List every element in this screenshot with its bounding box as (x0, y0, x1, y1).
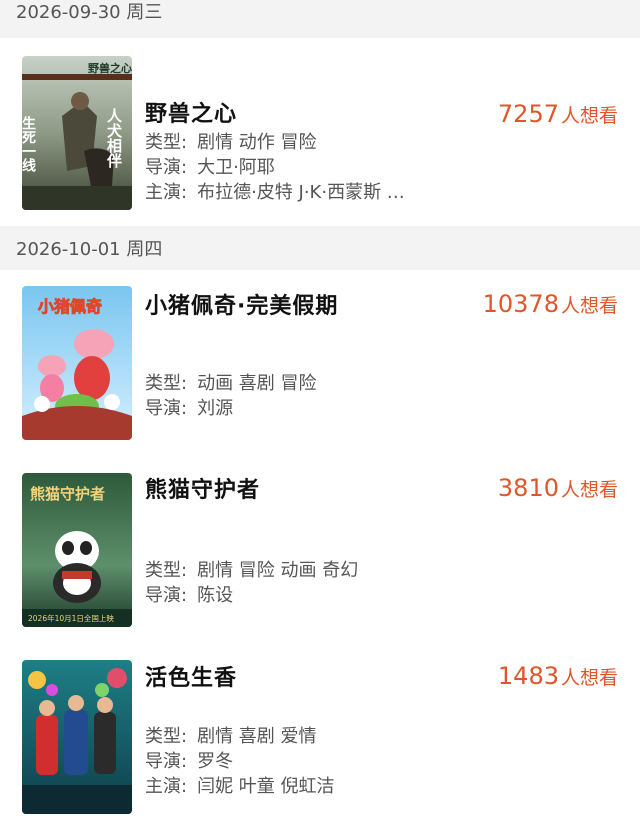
svg-text:生死一线: 生死一线 (22, 115, 37, 173)
wants-label: 人想看 (560, 667, 618, 689)
movie-card-panda[interactable]: 熊猫守护者 2026年10月1日全国上映 熊猫守护者 3810 人想看 类型: 剧… (0, 458, 640, 646)
date-label: 2026-09-30 周三 (16, 2, 163, 23)
movie-title[interactable]: 活色生香 (145, 660, 237, 692)
svg-text:小猪佩奇: 小猪佩奇 (38, 297, 102, 316)
movie-meta: 类型: 剧情 动作 冒险 导演: 大卫·阿耶 主演: 布拉德·皮特 J·K·西蒙斯 … (145, 130, 405, 205)
movie-poster[interactable]: 小猪佩奇 (22, 286, 132, 440)
movie-card-huose[interactable]: 活色生香 1483 人想看 类型: 剧情 喜剧 爱情 导演: 罗冬 主演: 闫妮 叶童… (0, 646, 640, 826)
wants-label: 人想看 (560, 105, 618, 127)
svg-text:熊猫守护者: 熊猫守护者 (30, 485, 105, 503)
svg-text:2026年10月1日全国上映: 2026年10月1日全国上映 (28, 613, 114, 623)
movie-meta: 类型: 剧情 喜剧 爱情 导演: 罗冬 主演: 闫妮 叶童 倪虹洁 (145, 724, 335, 799)
wants-label: 人想看 (560, 479, 618, 501)
date-label: 2026-10-01 周四 (16, 239, 163, 260)
wants-number: 7257 (497, 100, 559, 128)
movie-title[interactable]: 熊猫守护者 (145, 472, 260, 504)
date-header-1: 2026-09-30 周三 (0, 0, 640, 38)
movie-title[interactable]: 野兽之心 (145, 96, 237, 128)
svg-text:野兽之心: 野兽之心 (88, 61, 132, 75)
wants-count: 1483 人想看 (498, 662, 618, 690)
svg-text:人犬相伴: 人犬相伴 (105, 108, 123, 169)
cast-row: 主演: 布拉德·皮特 J·K·西蒙斯 … (145, 182, 405, 203)
movie-poster[interactable]: 野兽之心 生死一线 人犬相伴 (22, 56, 132, 210)
wants-number: 1483 (497, 662, 559, 690)
movie-meta: 类型: 动画 喜剧 冒险 导演: 刘源 (145, 371, 317, 421)
movie-poster[interactable]: 熊猫守护者 2026年10月1日全国上映 (22, 473, 132, 627)
wants-number: 3810 (497, 474, 559, 502)
director-row: 导演: 陈设 (145, 585, 234, 606)
director-row: 导演: 刘源 (145, 398, 234, 419)
wants-count: 7257 人想看 (498, 100, 618, 128)
movie-card-peppa[interactable]: 小猪佩奇 小猪佩奇·完美假期 10378 人想看 类型: 动画 喜剧 冒险 导演:… (0, 270, 640, 458)
genre-row: 类型: 剧情 喜剧 爱情 (145, 726, 317, 747)
director-row: 导演: 罗冬 (145, 751, 234, 772)
movie-title[interactable]: 小猪佩奇·完美假期 (145, 288, 338, 320)
genre-row: 类型: 剧情 动作 冒险 (145, 132, 317, 153)
movie-schedule-list: 2026-09-30 周三 野兽之心 生死一线 人犬相伴 野兽之心 7257 人… (0, 0, 640, 826)
wants-number: 10378 (482, 290, 559, 318)
director-row: 导演: 大卫·阿耶 (145, 157, 275, 178)
cast-row: 主演: 闫妮 叶童 倪虹洁 (145, 776, 335, 797)
date-header-2: 2026-10-01 周四 (0, 226, 640, 270)
wants-count: 10378 人想看 (483, 290, 618, 318)
movie-poster[interactable] (22, 660, 132, 814)
wants-count: 3810 人想看 (498, 474, 618, 502)
movie-card-beast-heart[interactable]: 野兽之心 生死一线 人犬相伴 野兽之心 7257 人想看 类型: 剧情 动作 冒险… (0, 38, 640, 226)
wants-label: 人想看 (560, 295, 618, 317)
movie-meta: 类型: 剧情 冒险 动画 奇幻 导演: 陈设 (145, 558, 358, 608)
genre-row: 类型: 剧情 冒险 动画 奇幻 (145, 560, 359, 581)
genre-row: 类型: 动画 喜剧 冒险 (145, 373, 317, 394)
